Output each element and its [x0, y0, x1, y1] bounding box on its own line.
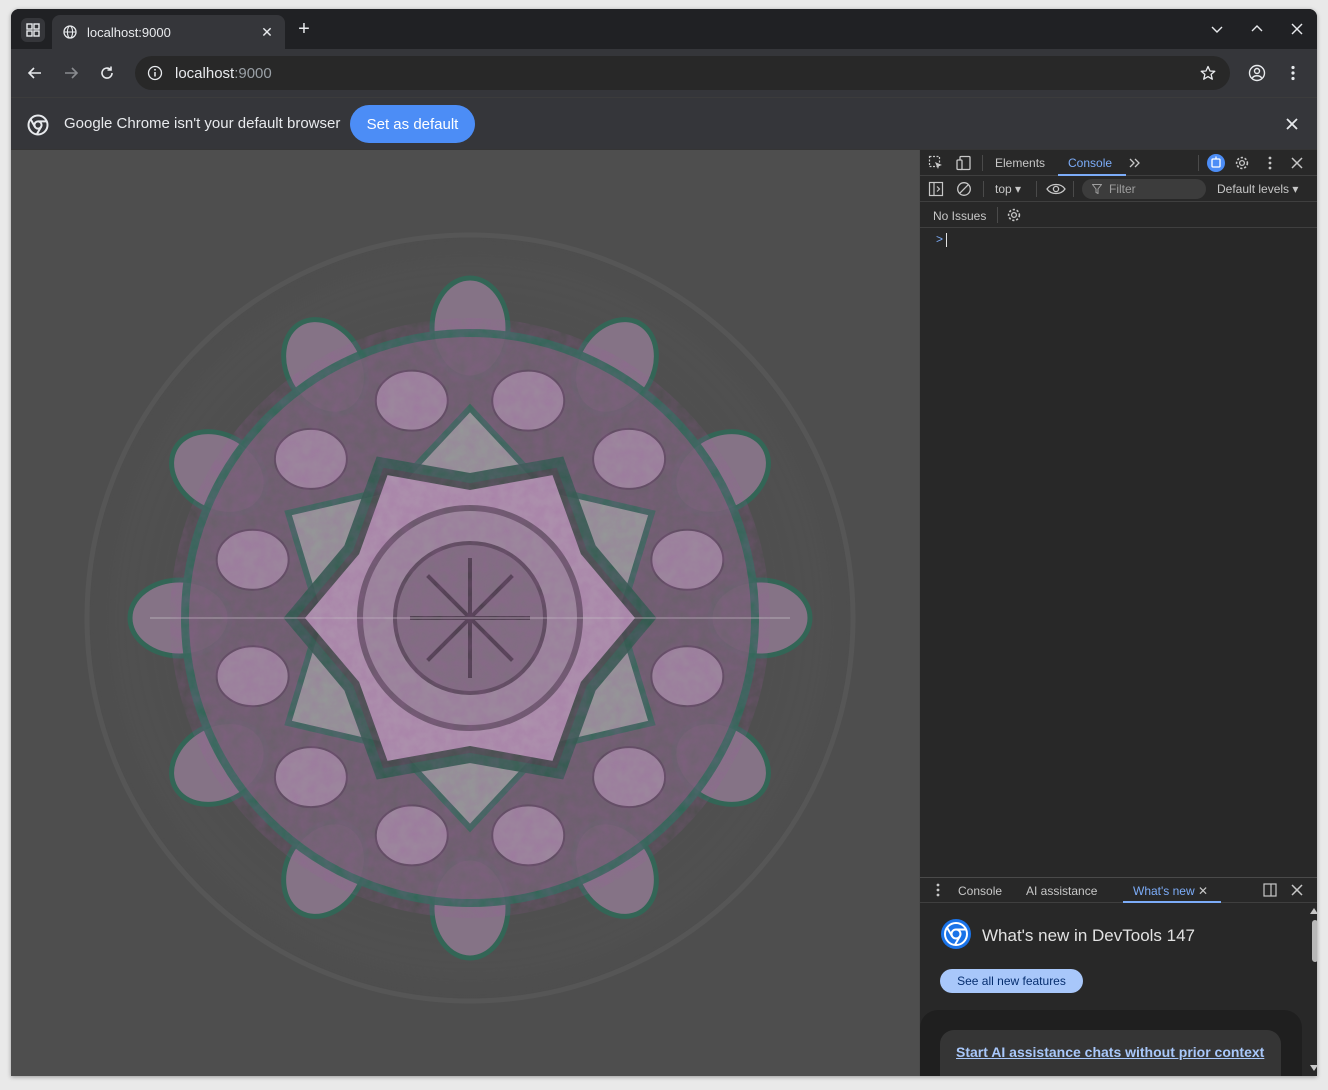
- devtools-panel: Elements Console top ▾ Filter Default le…: [919, 150, 1317, 1076]
- ai-badge-icon[interactable]: [1207, 154, 1225, 172]
- tab-search-button[interactable]: [21, 18, 45, 42]
- scroll-down-icon[interactable]: [1310, 1064, 1317, 1072]
- reload-icon[interactable]: [95, 61, 119, 85]
- feature-card-container: Start AI assistance chats without prior …: [920, 1010, 1302, 1076]
- drawer-tab-close-icon[interactable]: ✕: [1198, 884, 1208, 898]
- inspect-element-icon[interactable]: [927, 154, 945, 172]
- drawer-scrollbar[interactable]: [1310, 904, 1317, 1076]
- log-levels-dropdown[interactable]: Default levels ▾: [1217, 182, 1298, 196]
- browser-tab[interactable]: localhost:9000 ✕: [52, 15, 285, 49]
- scroll-thumb[interactable]: [1312, 920, 1317, 962]
- fractal-canvas[interactable]: [11, 150, 919, 1076]
- console-input-caret[interactable]: [946, 233, 947, 247]
- back-arrow-icon[interactable]: [23, 61, 47, 85]
- clear-console-icon[interactable]: [955, 180, 973, 198]
- devtools-logo-icon: [941, 919, 971, 949]
- default-browser-infobar: Google Chrome isn't your default browser…: [11, 97, 1317, 149]
- chevron-down-icon[interactable]: [1205, 17, 1229, 41]
- console-prompt-chevron: >: [936, 232, 944, 246]
- eye-icon[interactable]: [1045, 180, 1067, 198]
- tab-elements[interactable]: Elements: [995, 156, 1045, 170]
- filter-funnel-icon: [1092, 184, 1102, 194]
- page-viewport[interactable]: [11, 150, 919, 1076]
- tab-strip: localhost:9000 ✕ +: [11, 9, 1317, 49]
- console-toolbar: top ▾ Filter Default levels ▾: [920, 176, 1317, 202]
- texture-overlay: [170, 318, 770, 918]
- window-controls: [1205, 17, 1309, 41]
- grid-icon: [26, 23, 40, 37]
- device-toolbar-icon[interactable]: [955, 154, 973, 172]
- infobar-message: Google Chrome isn't your default browser: [64, 115, 341, 132]
- console-settings-gear-icon[interactable]: [1005, 206, 1023, 224]
- issues-count[interactable]: No Issues: [933, 209, 986, 223]
- drawer-tab-console[interactable]: Console: [958, 884, 1002, 898]
- chevron-up-icon[interactable]: [1245, 17, 1269, 41]
- context-label: top: [995, 182, 1012, 196]
- whats-new-panel: What's new in DevTools 147 See all new f…: [920, 904, 1310, 1076]
- settings-gear-icon[interactable]: [1233, 154, 1251, 172]
- drawer-active-indicator: [1123, 901, 1221, 903]
- tab-title: localhost:9000: [87, 24, 171, 40]
- address-port: :9000: [234, 64, 272, 82]
- drawer-tabbar: Console AI assistance What's new ✕: [920, 877, 1317, 903]
- console-filter-input[interactable]: Filter: [1082, 179, 1206, 199]
- sidebar-toggle-icon[interactable]: [927, 180, 945, 198]
- browser-window: localhost:9000 ✕ + localhost:9000 Googl…: [11, 9, 1317, 1076]
- filter-placeholder: Filter: [1109, 182, 1136, 196]
- devtools-menu-icon[interactable]: [1261, 154, 1279, 172]
- tab-close-icon[interactable]: ✕: [259, 24, 275, 41]
- new-tab-icon[interactable]: +: [294, 19, 314, 39]
- browser-toolbar: localhost:9000: [11, 49, 1317, 97]
- scroll-up-icon[interactable]: [1310, 907, 1317, 915]
- dock-side-icon[interactable]: [1261, 881, 1279, 899]
- profile-icon[interactable]: [1245, 61, 1269, 85]
- address-bar[interactable]: localhost:9000: [135, 56, 1230, 90]
- devtools-tabbar: Elements Console: [920, 150, 1317, 176]
- set-as-default-button[interactable]: Set as default: [350, 105, 475, 143]
- site-info-icon[interactable]: [145, 63, 165, 83]
- context-selector[interactable]: top ▾: [995, 182, 1021, 196]
- tab-console[interactable]: Console: [1068, 156, 1112, 170]
- address-host: localhost: [175, 64, 235, 82]
- drawer-tab-whats-new[interactable]: What's new ✕: [1133, 884, 1208, 898]
- bookmark-star-icon[interactable]: [1198, 63, 1218, 83]
- see-all-features-button[interactable]: See all new features: [940, 969, 1083, 993]
- chrome-logo-icon: [27, 114, 49, 136]
- drawer-menu-icon[interactable]: [929, 881, 947, 899]
- drawer-tab-whats-new-label: What's new: [1133, 884, 1195, 898]
- globe-icon: [62, 24, 78, 40]
- feature-link[interactable]: Start AI assistance chats without prior …: [956, 1044, 1264, 1060]
- drawer-tab-ai-assistance[interactable]: AI assistance: [1026, 884, 1097, 898]
- browser-menu-icon[interactable]: [1281, 61, 1305, 85]
- issues-bar: No Issues: [920, 202, 1317, 228]
- log-levels-label: Default levels: [1217, 182, 1290, 196]
- infobar-close-icon[interactable]: [1283, 115, 1301, 133]
- feature-card: Start AI assistance chats without prior …: [940, 1030, 1281, 1076]
- whats-new-title: What's new in DevTools 147: [982, 926, 1196, 945]
- devtools-close-icon[interactable]: [1288, 154, 1306, 172]
- window-close-icon[interactable]: [1285, 17, 1309, 41]
- forward-arrow-icon[interactable]: [59, 61, 83, 85]
- more-tabs-chevron-icon[interactable]: [1126, 154, 1144, 172]
- drawer-close-icon[interactable]: [1288, 881, 1306, 899]
